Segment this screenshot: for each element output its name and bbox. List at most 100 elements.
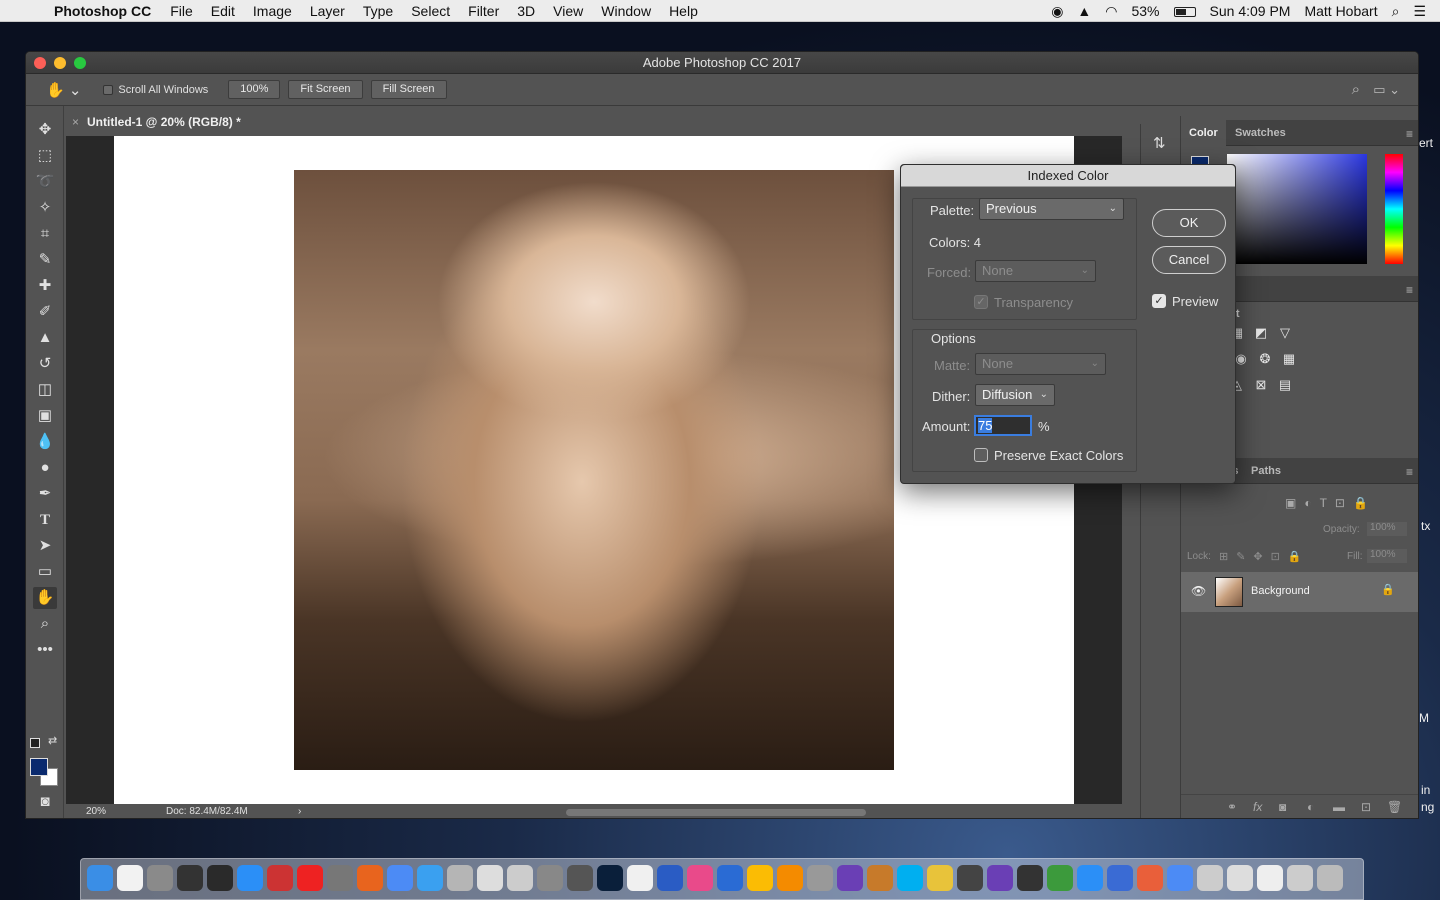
- maximize-window-button[interactable]: [74, 57, 86, 69]
- adjustments-panel-menu-icon[interactable]: ≡: [1406, 283, 1413, 297]
- system-icon[interactable]: [177, 865, 203, 891]
- add-mask-icon[interactable]: ◙: [1279, 800, 1286, 814]
- zoom-level[interactable]: 20%: [86, 804, 106, 818]
- app-menu[interactable]: Photoshop CC: [54, 3, 151, 19]
- ok-button[interactable]: OK: [1152, 209, 1226, 237]
- status-chevron-icon[interactable]: ›: [298, 804, 301, 818]
- delete-layer-icon[interactable]: 🗑: [1387, 800, 1402, 814]
- vibrance-icon[interactable]: ▽: [1277, 326, 1293, 340]
- brush-tool-icon[interactable]: ✐: [33, 301, 57, 323]
- notification-center-icon[interactable]: ☰: [1413, 3, 1426, 20]
- foreground-color-swatch[interactable]: [30, 758, 48, 776]
- tools-icon[interactable]: [537, 865, 563, 891]
- user-name[interactable]: Matt Hobart: [1304, 3, 1377, 19]
- photoshop-icon[interactable]: [597, 865, 623, 891]
- launchpad-icon[interactable]: [147, 865, 173, 891]
- documents-icon[interactable]: [1227, 865, 1253, 891]
- panel-menu-icon[interactable]: ≡: [1406, 127, 1413, 141]
- document-tab[interactable]: × Untitled-1 @ 20% (RGB/8) *: [66, 109, 256, 136]
- layer-row-background[interactable]: 👁 Background 🔒: [1181, 572, 1418, 612]
- scroll-all-windows-checkbox[interactable]: Scroll All Windows: [103, 84, 208, 96]
- folder-icon[interactable]: [1287, 865, 1313, 891]
- tor-icon[interactable]: [1017, 865, 1043, 891]
- desktop-icon[interactable]: [1257, 865, 1283, 891]
- app-store-icon[interactable]: [237, 865, 263, 891]
- link-layers-icon[interactable]: ⚭: [1227, 800, 1237, 814]
- chrome-2-icon[interactable]: [1167, 865, 1193, 891]
- clock[interactable]: Sun 4:09 PM: [1210, 3, 1291, 19]
- hand-tool-icon[interactable]: ✋: [33, 587, 57, 609]
- tab-swatches[interactable]: Swatches: [1227, 120, 1294, 146]
- affinity-icon[interactable]: [987, 865, 1013, 891]
- photos-icon[interactable]: [1137, 865, 1163, 891]
- pages-icon[interactable]: [627, 865, 653, 891]
- notes-icon[interactable]: [507, 865, 533, 891]
- rectangle-tool-icon[interactable]: ▭: [33, 561, 57, 583]
- color-picker-field[interactable]: [1227, 154, 1367, 264]
- selective-color-icon[interactable]: ⊠: [1253, 378, 1269, 392]
- fill-value[interactable]: 100%: [1367, 549, 1407, 563]
- opacity-value[interactable]: 100%: [1367, 522, 1407, 536]
- firefox-icon[interactable]: [357, 865, 383, 891]
- adjustment-layer-icon[interactable]: ◐: [1307, 800, 1314, 814]
- menu-type[interactable]: Type: [363, 3, 393, 19]
- grid-icon[interactable]: [927, 865, 953, 891]
- fit-screen-button[interactable]: Fit Screen: [288, 80, 363, 99]
- blur-tool-icon[interactable]: 💧: [33, 431, 57, 453]
- hue-slider[interactable]: [1385, 154, 1403, 264]
- trash-icon[interactable]: [1317, 865, 1343, 891]
- preserve-exact-colors-checkbox[interactable]: [974, 448, 988, 462]
- pen-tool-icon[interactable]: ✒: [33, 483, 57, 505]
- contacts-icon[interactable]: [447, 865, 473, 891]
- zoom-tool-icon[interactable]: ⌕: [33, 613, 57, 635]
- exposure-icon[interactable]: ◩: [1253, 326, 1269, 340]
- lasso-tool-icon[interactable]: ➰: [33, 171, 57, 193]
- mission-control-icon[interactable]: [207, 865, 233, 891]
- wifi-icon[interactable]: ◠: [1105, 3, 1117, 20]
- new-layer-icon[interactable]: ⊡: [1361, 800, 1371, 814]
- spotlight-icon[interactable]: ⌕: [1392, 3, 1400, 20]
- creative-cloud-icon[interactable]: ◉: [1051, 3, 1063, 20]
- lock-icons[interactable]: ⊞✎✥⊡🔒: [1219, 550, 1310, 563]
- healing-brush-tool-icon[interactable]: ✚: [33, 275, 57, 297]
- search-icon[interactable]: ⌕: [1352, 81, 1360, 98]
- quick-mask-icon[interactable]: ◙: [33, 791, 57, 813]
- zoom-100-button[interactable]: 100%: [228, 80, 281, 99]
- gradient-map-icon[interactable]: ▤: [1277, 378, 1293, 392]
- layer-name[interactable]: Background: [1251, 585, 1310, 597]
- history-brush-tool-icon[interactable]: ↺: [33, 353, 57, 375]
- rocket-icon[interactable]: [327, 865, 353, 891]
- history-panel-icon[interactable]: ⇅: [1153, 134, 1166, 152]
- clone-stamp-tool-icon[interactable]: ▲: [33, 327, 57, 349]
- fx-icon[interactable]: fx: [1253, 800, 1262, 814]
- downloads-icon[interactable]: [1197, 865, 1223, 891]
- close-tab-icon[interactable]: ×: [72, 109, 79, 136]
- menu-select[interactable]: Select: [411, 3, 450, 19]
- battery-percent[interactable]: 53%: [1131, 3, 1159, 19]
- workspace-icon[interactable]: ▭ ⌄: [1373, 82, 1400, 98]
- marquee-tool-icon[interactable]: ⬚: [33, 145, 57, 167]
- eyedropper-tool-icon[interactable]: ✎: [33, 249, 57, 271]
- color-lookup-icon[interactable]: ▦: [1281, 352, 1297, 366]
- close-window-button[interactable]: [34, 57, 46, 69]
- layers-panel-menu-icon[interactable]: ≡: [1406, 465, 1413, 479]
- minimize-window-button[interactable]: [54, 57, 66, 69]
- remote-icon[interactable]: [957, 865, 983, 891]
- menu-3d[interactable]: 3D: [517, 3, 535, 19]
- amount-input[interactable]: 75: [974, 415, 1032, 436]
- vpn-icon[interactable]: [717, 865, 743, 891]
- fill-screen-button[interactable]: Fill Screen: [370, 80, 447, 99]
- menu-layer[interactable]: Layer: [310, 3, 345, 19]
- dodge-tool-icon[interactable]: ●: [33, 457, 57, 479]
- chrome-icon[interactable]: [387, 865, 413, 891]
- menu-filter[interactable]: Filter: [468, 3, 499, 19]
- dither-select[interactable]: Diffusion ⌄: [975, 384, 1055, 406]
- drive-icon[interactable]: [747, 865, 773, 891]
- tab-paths[interactable]: Paths: [1243, 458, 1289, 484]
- menu-view[interactable]: View: [553, 3, 583, 19]
- horizontal-scrollbar[interactable]: [566, 809, 866, 816]
- tab-color[interactable]: Color: [1181, 120, 1226, 146]
- vlc-icon[interactable]: [777, 865, 803, 891]
- imovie-icon[interactable]: [837, 865, 863, 891]
- more-tools-icon[interactable]: •••: [33, 639, 57, 661]
